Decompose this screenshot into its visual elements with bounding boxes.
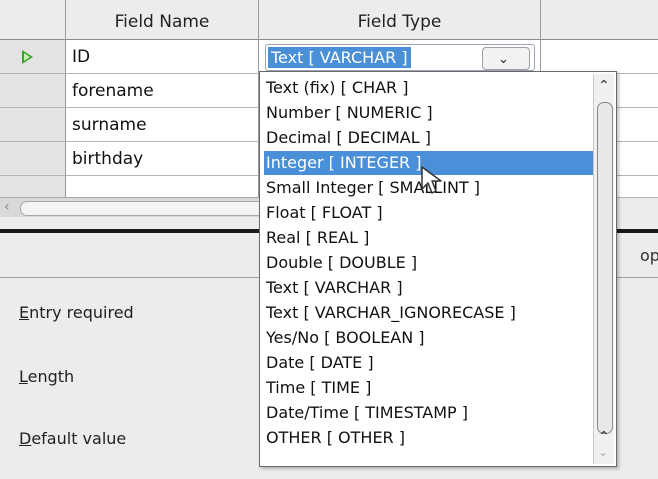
- row-handle[interactable]: [0, 142, 66, 176]
- field-name-cell[interactable]: [66, 176, 259, 198]
- label-text: ength: [27, 367, 75, 386]
- field-type-value: Text [ VARCHAR ]: [268, 47, 411, 68]
- chevron-down-icon[interactable]: ⌄: [598, 445, 608, 459]
- combobox-dropdown-button[interactable]: ⌄: [482, 47, 530, 70]
- row-handle[interactable]: [0, 74, 66, 108]
- dropdown-option[interactable]: Time [ TIME ]: [264, 376, 602, 400]
- scrollbar-thumb[interactable]: [20, 201, 282, 216]
- field-type-dropdown-list[interactable]: Text (fix) [ CHAR ] Number [ NUMERIC ] D…: [259, 71, 617, 467]
- label-text: ntry required: [29, 303, 134, 322]
- play-arrow-icon: [22, 50, 33, 64]
- properties-tab-label[interactable]: op: [640, 246, 658, 265]
- row-handle[interactable]: [0, 108, 66, 142]
- field-name-cell[interactable]: forename: [66, 74, 259, 108]
- chevron-left-icon[interactable]: ‹: [4, 199, 10, 215]
- field-name-cell[interactable]: ID: [66, 40, 259, 74]
- length-label: Length: [19, 367, 74, 386]
- field-name-cell[interactable]: birthday: [66, 142, 259, 176]
- dropdown-option[interactable]: Text [ VARCHAR ]: [264, 276, 602, 300]
- column-header-description[interactable]: [541, 0, 658, 40]
- row-handle-header: [0, 0, 66, 40]
- column-header-field-name[interactable]: Field Name: [66, 0, 259, 40]
- dropdown-option[interactable]: Yes/No [ BOOLEAN ]: [264, 326, 602, 350]
- vertical-scrollbar[interactable]: ⌃ ⌃ ⌄: [593, 74, 614, 464]
- entry-required-label: Entry required: [19, 303, 134, 322]
- table-header: Field Name Field Type: [0, 0, 658, 40]
- field-name-cell[interactable]: surname: [66, 108, 259, 142]
- chevron-up-icon[interactable]: ⌃: [598, 429, 610, 445]
- dropdown-option[interactable]: Number [ NUMERIC ]: [264, 101, 602, 125]
- dropdown-option[interactable]: OTHER [ OTHER ]: [264, 426, 602, 450]
- label-text: efault value: [31, 429, 127, 448]
- row-handle[interactable]: [0, 40, 66, 74]
- dropdown-option[interactable]: Real [ REAL ]: [264, 226, 602, 250]
- dropdown-option[interactable]: Date [ DATE ]: [264, 351, 602, 375]
- dropdown-option[interactable]: Date/Time [ TIMESTAMP ]: [264, 401, 602, 425]
- mouse-pointer-icon: [421, 166, 442, 194]
- dropdown-option[interactable]: Float [ FLOAT ]: [264, 201, 602, 225]
- dropdown-option[interactable]: Double [ DOUBLE ]: [264, 251, 602, 275]
- row-handle[interactable]: [0, 176, 66, 198]
- description-cell[interactable]: [541, 40, 658, 74]
- chevron-up-icon[interactable]: ⌃: [598, 78, 610, 94]
- dropdown-option[interactable]: Text (fix) [ CHAR ]: [264, 76, 602, 100]
- field-type-combobox[interactable]: Text [ VARCHAR ] ⌄: [265, 44, 535, 71]
- default-value-label: Default value: [19, 429, 126, 448]
- mnemonic: L: [19, 367, 28, 386]
- column-header-field-type[interactable]: Field Type: [259, 0, 541, 40]
- chevron-down-icon: ⌄: [498, 52, 509, 67]
- mnemonic: E: [19, 303, 30, 322]
- scrollbar-thumb[interactable]: [597, 102, 613, 434]
- dropdown-option[interactable]: Text [ VARCHAR_IGNORECASE ]: [264, 301, 602, 325]
- mnemonic: D: [19, 429, 32, 448]
- dropdown-option[interactable]: Decimal [ DECIMAL ]: [264, 126, 602, 150]
- horizontal-scrollbar[interactable]: ‹: [0, 197, 282, 217]
